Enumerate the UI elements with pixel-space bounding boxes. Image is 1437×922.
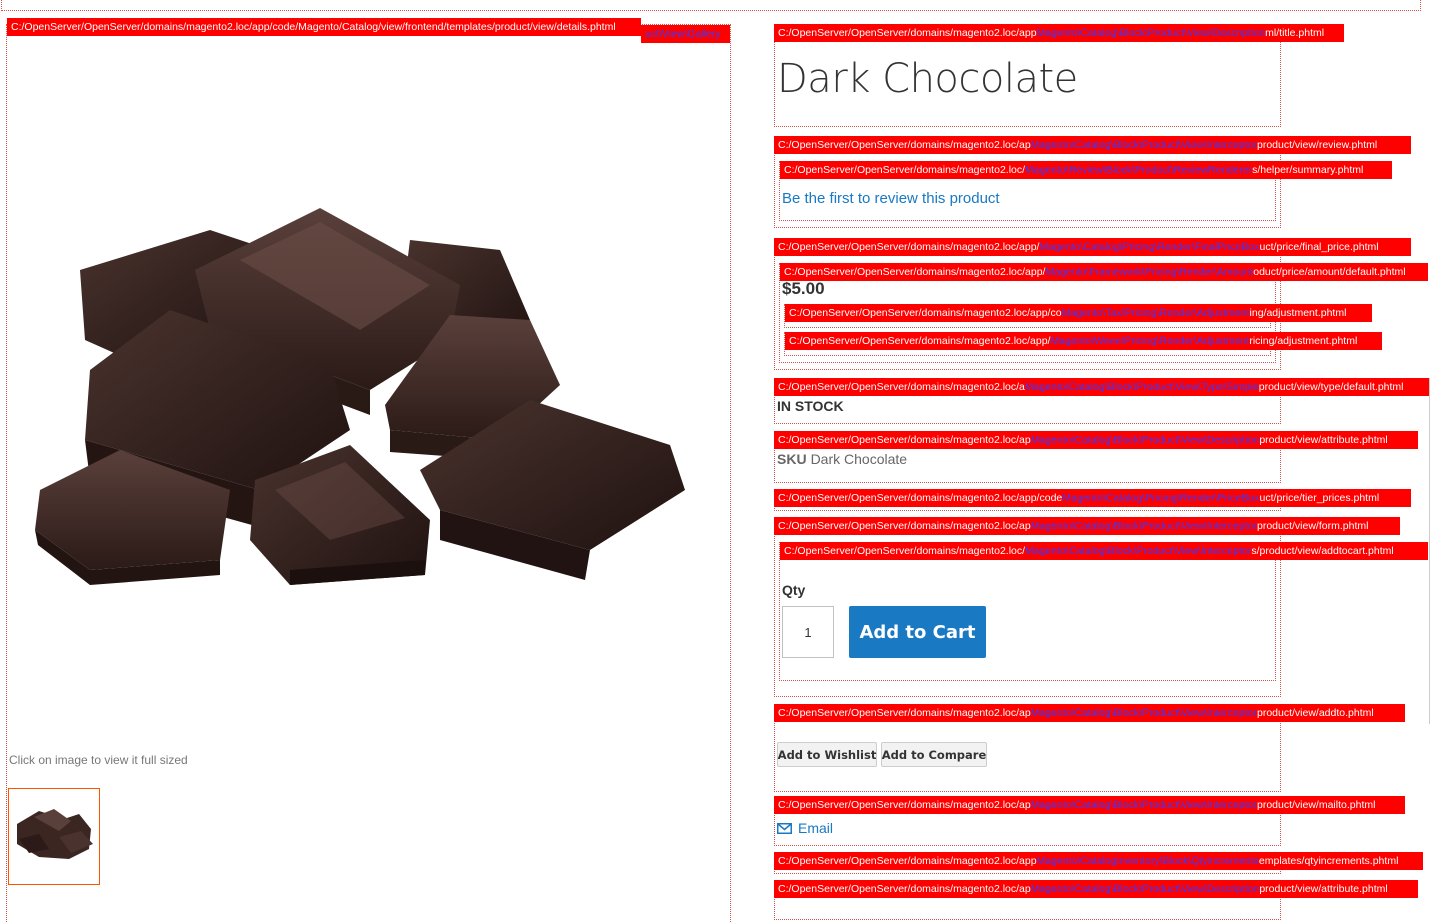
- template-hint-review: C:/OpenServer/OpenServer/domains/magento…: [774, 136, 1411, 154]
- chocolate-pieces-image[interactable]: [30, 190, 695, 600]
- add-to-wishlist-button[interactable]: Add to Wishlist: [777, 742, 877, 767]
- page-title: Dark Chocolate: [777, 56, 1078, 102]
- product-sku: SKU Dark Chocolate: [777, 451, 907, 467]
- template-hint-addtocart: C:/OpenServer/OpenServer/domains/magento…: [780, 542, 1428, 560]
- template-hint-details: C:/OpenServer/OpenServer/domains/magento…: [7, 18, 641, 36]
- template-hint-tax-adjustment: C:/OpenServer/OpenServer/domains/magento…: [785, 304, 1372, 322]
- envelope-icon: [777, 822, 792, 834]
- chocolate-thumbnail-image: [17, 809, 93, 859]
- template-hint-qtyincrements: C:/OpenServer/OpenServer/domains/magento…: [774, 852, 1423, 870]
- template-hint-type-default: C:/OpenServer/OpenServer/domains/magento…: [774, 378, 1429, 396]
- email-link-label: Email: [798, 820, 834, 836]
- add-to-cart-button[interactable]: Add to Cart: [849, 606, 986, 658]
- stock-status: IN STOCK: [777, 398, 844, 414]
- template-hint-tier-prices: C:/OpenServer/OpenServer/domains/magento…: [774, 489, 1411, 507]
- email-link[interactable]: Email: [777, 820, 833, 836]
- template-hint-final-price: C:/OpenServer/OpenServer/domains/magento…: [774, 238, 1411, 256]
- template-hint-title: C:/OpenServer/OpenServer/domains/magento…: [774, 24, 1344, 42]
- template-hint-weee-adjustment: C:/OpenServer/OpenServer/domains/magento…: [785, 332, 1382, 350]
- product-price: $5.00: [782, 279, 825, 298]
- add-to-compare-button[interactable]: Add to Compare: [881, 742, 987, 767]
- template-hint-attribute-sku: C:/OpenServer/OpenServer/domains/magento…: [774, 431, 1418, 449]
- sku-value: Dark Chocolate: [810, 451, 908, 467]
- qty-label: Qty: [782, 582, 806, 598]
- template-hint-addto: C:/OpenServer/OpenServer/domains/magento…: [774, 704, 1405, 722]
- gallery-thumbnail[interactable]: [8, 788, 100, 885]
- template-hint-attribute-2: C:/OpenServer/OpenServer/domains/magento…: [774, 880, 1418, 898]
- template-hint-gallery: uct\View\Gallery: [641, 25, 730, 43]
- sku-label: SKU: [777, 451, 807, 467]
- qty-input[interactable]: [782, 606, 834, 658]
- review-link[interactable]: Be the first to review this product: [782, 190, 1000, 207]
- gallery-caption: Click on image to view it full sized: [9, 753, 188, 767]
- template-hint-form: C:/OpenServer/OpenServer/domains/magento…: [774, 517, 1400, 535]
- template-hint-mailto: C:/OpenServer/OpenServer/domains/magento…: [774, 796, 1405, 814]
- template-hint-amount: C:/OpenServer/OpenServer/domains/magento…: [780, 263, 1428, 281]
- scrollbar-track[interactable]: [1429, 378, 1437, 724]
- page-frame-top: [1, 0, 1421, 11]
- template-hint-summary: C:/OpenServer/OpenServer/domains/magento…: [780, 161, 1392, 179]
